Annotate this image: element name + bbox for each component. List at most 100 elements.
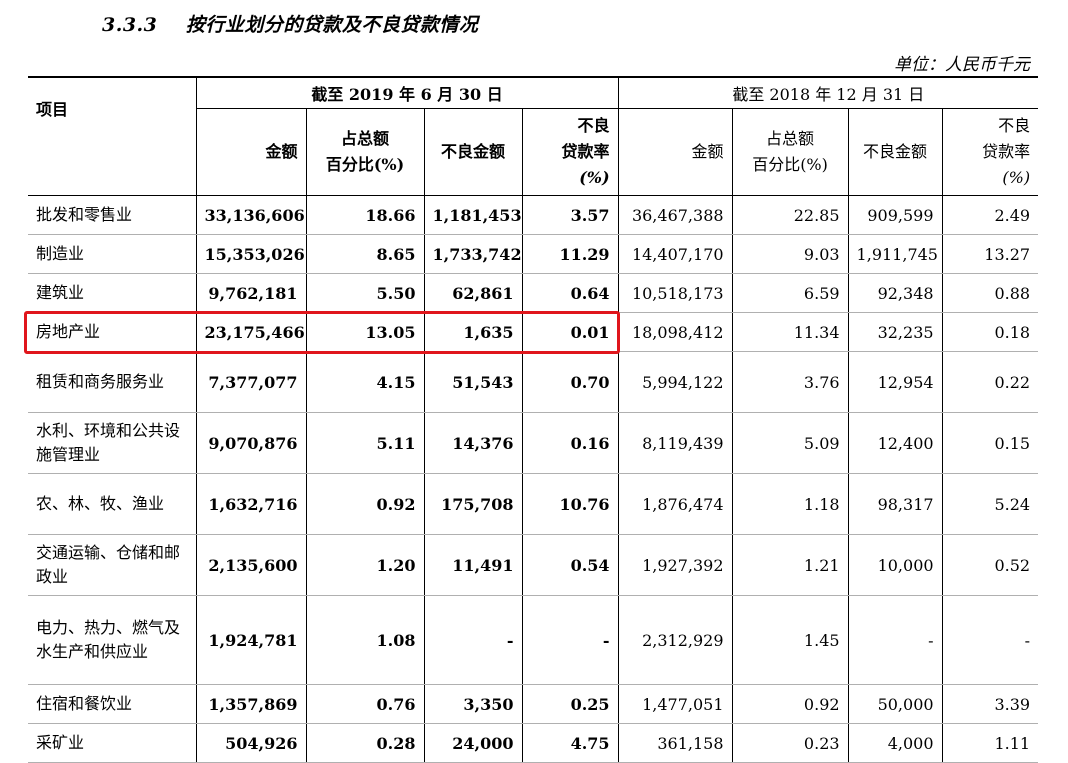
cell-share-2019: 5.50 bbox=[305, 273, 425, 313]
cell-npl-2019: 24,000 bbox=[423, 723, 523, 763]
cell-share-2018: 1.18 bbox=[731, 473, 849, 535]
cell-amount-2018: 1,876,474 bbox=[617, 473, 733, 535]
cell-npl-2018: 12,400 bbox=[847, 412, 943, 474]
cell-rate-2019: 0.25 bbox=[521, 684, 619, 724]
cell-rate-2019: - bbox=[521, 595, 619, 685]
cell-rate-2018: 0.88 bbox=[941, 273, 1039, 313]
cell-rate-2019: 0.16 bbox=[521, 412, 619, 474]
cell-npl-2019: 3,350 bbox=[423, 684, 523, 724]
cell-npl-2019: 175,708 bbox=[423, 473, 523, 535]
cell-amount-2018: 18,098,412 bbox=[617, 312, 733, 352]
cell-npl-2018: 32,235 bbox=[847, 312, 943, 352]
cell-rate-2019: 0.54 bbox=[521, 534, 619, 596]
cell-amount-2019: 504,926 bbox=[195, 723, 307, 763]
row-item: 租赁和商务服务业 bbox=[28, 351, 197, 413]
row-item: 电力、热力、燃气及水生产和供应业 bbox=[28, 595, 197, 685]
cell-share-2019: 0.92 bbox=[305, 473, 425, 535]
cell-npl-2018: 4,000 bbox=[847, 723, 943, 763]
cell-rate-2018: 0.18 bbox=[941, 312, 1039, 352]
cell-share-2019: 13.05 bbox=[305, 312, 425, 352]
cell-npl-2019: - bbox=[423, 595, 523, 685]
cell-amount-2018: 36,467,388 bbox=[617, 195, 733, 235]
row-item: 交通运输、仓储和邮政业 bbox=[28, 534, 197, 596]
cell-rate-2018: 2.49 bbox=[941, 195, 1039, 235]
cell-npl-2019: 1,635 bbox=[423, 312, 523, 352]
cell-amount-2019: 9,762,181 bbox=[195, 273, 307, 313]
cell-share-2019: 0.28 bbox=[305, 723, 425, 763]
cell-amount-2019: 1,632,716 bbox=[195, 473, 307, 535]
cell-share-2019: 4.15 bbox=[305, 351, 425, 413]
header-share-2018: 占总额 百分比(%) bbox=[731, 108, 849, 196]
cell-rate-2018: 1.11 bbox=[941, 723, 1039, 763]
header-npl-rate-2019: 不良 贷款率 (%) bbox=[521, 108, 619, 196]
cell-amount-2018: 1,477,051 bbox=[617, 684, 733, 724]
unit-label: 单位：人民币千元 bbox=[894, 55, 1030, 75]
cell-rate-2019: 4.75 bbox=[521, 723, 619, 763]
cell-share-2019: 0.76 bbox=[305, 684, 425, 724]
row-item: 住宿和餐饮业 bbox=[28, 684, 197, 724]
cell-npl-2018: - bbox=[847, 595, 943, 685]
header-npl-rate-2018: 不良 贷款率 (%) bbox=[941, 108, 1039, 196]
cell-npl-2019: 62,861 bbox=[423, 273, 523, 313]
cell-npl-2018: 10,000 bbox=[847, 534, 943, 596]
cell-share-2018: 6.59 bbox=[731, 273, 849, 313]
row-item: 批发和零售业 bbox=[28, 195, 197, 235]
cell-rate-2019: 0.64 bbox=[521, 273, 619, 313]
cell-amount-2018: 2,312,929 bbox=[617, 595, 733, 685]
cell-npl-2018: 1,911,745 bbox=[847, 234, 943, 274]
cell-amount-2018: 5,994,122 bbox=[617, 351, 733, 413]
header-amount-2018: 金额 bbox=[617, 108, 733, 196]
cell-share-2018: 0.23 bbox=[731, 723, 849, 763]
header-npl-amount-2018: 不良金额 bbox=[847, 108, 943, 196]
cell-amount-2019: 15,353,026 bbox=[195, 234, 307, 274]
cell-rate-2018: 0.22 bbox=[941, 351, 1039, 413]
cell-share-2018: 1.45 bbox=[731, 595, 849, 685]
cell-rate-2019: 10.76 bbox=[521, 473, 619, 535]
row-item: 农、林、牧、渔业 bbox=[28, 473, 197, 535]
cell-npl-2019: 1,733,742 bbox=[423, 234, 523, 274]
row-item: 采矿业 bbox=[28, 723, 197, 763]
cell-share-2018: 22.85 bbox=[731, 195, 849, 235]
cell-rate-2019: 0.01 bbox=[521, 312, 619, 352]
table-row: 住宿和餐饮业 1,357,869 0.76 3,350 0.25 1,477,0… bbox=[28, 684, 1039, 724]
table-row-highlighted: 房地产业 23,175,466 13.05 1,635 0.01 18,098,… bbox=[28, 312, 1039, 352]
cell-amount-2018: 1,927,392 bbox=[617, 534, 733, 596]
cell-npl-2019: 1,181,453 bbox=[423, 195, 523, 235]
table-row: 水利、环境和公共设施管理业 9,070,876 5.11 14,376 0.16… bbox=[28, 412, 1039, 474]
cell-share-2019: 1.08 bbox=[305, 595, 425, 685]
cell-npl-2019: 14,376 bbox=[423, 412, 523, 474]
cell-rate-2018: 5.24 bbox=[941, 473, 1039, 535]
table-row: 电力、热力、燃气及水生产和供应业 1,924,781 1.08 - - 2,31… bbox=[28, 595, 1039, 685]
cell-share-2019: 1.20 bbox=[305, 534, 425, 596]
header-item: 项目 bbox=[28, 76, 197, 196]
row-item: 水利、环境和公共设施管理业 bbox=[28, 412, 197, 474]
cell-npl-2018: 50,000 bbox=[847, 684, 943, 724]
cell-rate-2018: - bbox=[941, 595, 1039, 685]
header-share-2019: 占总额 百分比(%) bbox=[305, 108, 425, 196]
row-item: 制造业 bbox=[28, 234, 197, 274]
cell-rate-2019: 3.57 bbox=[521, 195, 619, 235]
cell-share-2018: 3.76 bbox=[731, 351, 849, 413]
cell-amount-2019: 1,357,869 bbox=[195, 684, 307, 724]
cell-share-2018: 5.09 bbox=[731, 412, 849, 474]
cell-rate-2018: 0.52 bbox=[941, 534, 1039, 596]
row-item: 房地产业 bbox=[28, 312, 197, 352]
header-period-2018: 截至 2018 年 12 月 31 日 bbox=[617, 76, 1039, 109]
header-amount-2019: 金额 bbox=[196, 108, 307, 196]
cell-share-2019: 5.11 bbox=[305, 412, 425, 474]
section-title: 按行业划分的贷款及不良贷款情况 bbox=[185, 14, 479, 36]
cell-rate-2018: 0.15 bbox=[941, 412, 1039, 474]
table-row: 采矿业 504,926 0.28 24,000 4.75 361,158 0.2… bbox=[28, 723, 1039, 763]
cell-rate-2018: 13.27 bbox=[941, 234, 1039, 274]
header-period-2019: 截至 2019 年 6 月 30 日 bbox=[195, 76, 619, 109]
cell-amount-2019: 1,924,781 bbox=[195, 595, 307, 685]
cell-amount-2018: 361,158 bbox=[617, 723, 733, 763]
cell-share-2019: 18.66 bbox=[305, 195, 425, 235]
cell-npl-2018: 92,348 bbox=[847, 273, 943, 313]
cell-share-2018: 11.34 bbox=[731, 312, 849, 352]
cell-share-2018: 0.92 bbox=[731, 684, 849, 724]
cell-amount-2018: 14,407,170 bbox=[617, 234, 733, 274]
table-row: 制造业 15,353,026 8.65 1,733,742 11.29 14,4… bbox=[28, 234, 1039, 274]
cell-rate-2018: 3.39 bbox=[941, 684, 1039, 724]
cell-amount-2019: 9,070,876 bbox=[195, 412, 307, 474]
